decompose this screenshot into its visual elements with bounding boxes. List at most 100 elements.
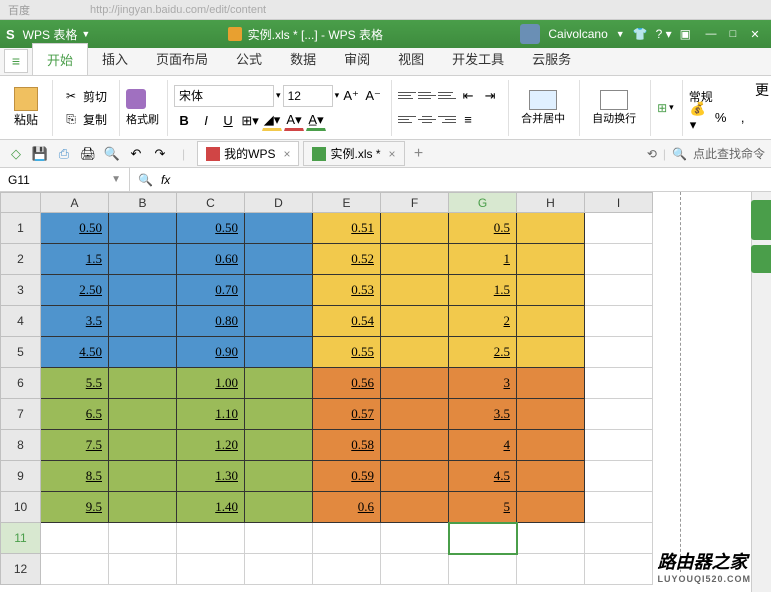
paste-button[interactable]: 粘贴 [8,85,44,130]
close-tab-icon[interactable]: × [389,147,396,161]
cell-I9[interactable] [585,461,653,492]
cell-G2[interactable]: 1 [449,244,517,275]
cell-F2[interactable] [381,244,449,275]
align-top-button[interactable] [398,88,416,104]
cell-C9[interactable]: 1.30 [177,461,245,492]
cell-F8[interactable] [381,430,449,461]
cell-I8[interactable] [585,430,653,461]
indent-decrease-button[interactable]: ⇤ [458,86,478,106]
cell-B6[interactable] [109,368,177,399]
col-header-D[interactable]: D [245,193,313,213]
row-header-6[interactable]: 6 [1,368,41,399]
fx-label[interactable]: fx [161,173,170,187]
align-left-button[interactable] [398,112,416,128]
menu-tab-页面布局[interactable]: 页面布局 [142,43,222,75]
cell-F10[interactable] [381,492,449,523]
col-header-E[interactable]: E [313,193,381,213]
row-header-10[interactable]: 10 [1,492,41,523]
user-dropdown-icon[interactable]: ▼ [616,29,625,39]
cell-C12[interactable] [177,554,245,585]
cell-C8[interactable]: 1.20 [177,430,245,461]
cell-A7[interactable]: 6.5 [41,399,109,430]
row-header-12[interactable]: 12 [1,554,41,585]
search-icon[interactable]: 🔍 [672,147,687,161]
new-button[interactable]: ◇ [6,144,26,164]
redo-button[interactable]: ↷ [150,144,170,164]
cell-H9[interactable] [517,461,585,492]
cell-G11[interactable] [449,523,517,554]
cell-H5[interactable] [517,337,585,368]
wrap-text-button[interactable]: 自动换行 [586,88,642,128]
cell-A10[interactable]: 9.5 [41,492,109,523]
cell-C3[interactable]: 0.70 [177,275,245,306]
cell-D11[interactable] [245,523,313,554]
menu-tab-云服务[interactable]: 云服务 [518,43,585,75]
maximize-button[interactable]: □ [723,26,743,42]
col-header-A[interactable]: A [41,193,109,213]
cell-D3[interactable] [245,275,313,306]
row-header-5[interactable]: 5 [1,337,41,368]
cloud-icon[interactable]: ⟲ [647,147,657,161]
row-header-8[interactable]: 8 [1,430,41,461]
row-col-dropdown-icon[interactable]: ▾ [669,102,674,113]
cell-D8[interactable] [245,430,313,461]
side-panel-handle-2[interactable] [751,245,771,273]
cell-G6[interactable]: 3 [449,368,517,399]
cell-C10[interactable]: 1.40 [177,492,245,523]
cell-G9[interactable]: 4.5 [449,461,517,492]
font-name-select[interactable] [174,85,274,107]
cell-H1[interactable] [517,213,585,244]
col-header-H[interactable]: H [517,193,585,213]
row-header-7[interactable]: 7 [1,399,41,430]
cell-E10[interactable]: 0.6 [313,492,381,523]
cell-I11[interactable] [585,523,653,554]
col-header-I[interactable]: I [585,193,653,213]
user-avatar[interactable] [520,24,540,44]
cell-F3[interactable] [381,275,449,306]
undo-button[interactable]: ↶ [126,144,146,164]
cell-H2[interactable] [517,244,585,275]
cell-E4[interactable]: 0.54 [313,306,381,337]
cell-G10[interactable]: 5 [449,492,517,523]
cell-A5[interactable]: 4.50 [41,337,109,368]
cell-E6[interactable]: 0.56 [313,368,381,399]
box-icon[interactable]: ▣ [680,27,691,41]
cell-E1[interactable]: 0.51 [313,213,381,244]
cell-E5[interactable]: 0.55 [313,337,381,368]
name-box-dropdown-icon[interactable]: ▼ [111,174,121,185]
side-panel-handle[interactable] [751,200,771,240]
font-dropdown-icon[interactable]: ▾ [276,90,281,101]
cell-I6[interactable] [585,368,653,399]
cell-I12[interactable] [585,554,653,585]
cell-A6[interactable]: 5.5 [41,368,109,399]
cell-I1[interactable] [585,213,653,244]
help-icon[interactable]: ? ▾ [656,27,672,41]
decrease-font-button[interactable]: A⁻ [363,86,383,106]
cell-G4[interactable]: 2 [449,306,517,337]
row-header-3[interactable]: 3 [1,275,41,306]
file-menu-button[interactable]: ≡ [4,49,28,73]
cell-G1[interactable]: 0.5 [449,213,517,244]
cell-B8[interactable] [109,430,177,461]
format-painter-icon[interactable] [126,89,146,109]
cell-A2[interactable]: 1.5 [41,244,109,275]
save-as-button[interactable]: ⎙ [54,144,74,164]
shirt-icon[interactable]: 👕 [633,27,648,41]
underline-button[interactable]: U [218,111,238,131]
menu-tab-开发工具[interactable]: 开发工具 [438,43,518,75]
font-size-select[interactable] [283,85,333,107]
justify-button[interactable]: ≡ [458,110,478,130]
cell-F12[interactable] [381,554,449,585]
cell-G8[interactable]: 4 [449,430,517,461]
highlight-button[interactable]: A̲▾ [306,111,326,131]
col-header-F[interactable]: F [381,193,449,213]
menu-tab-公式[interactable]: 公式 [222,43,276,75]
bold-button[interactable]: B [174,111,194,131]
cell-D2[interactable] [245,244,313,275]
doc-tab-xls[interactable]: 实例.xls * × [303,141,404,166]
cell-G12[interactable] [449,554,517,585]
cell-H6[interactable] [517,368,585,399]
lookup-icon[interactable]: 🔍 [138,173,153,187]
align-middle-button[interactable] [418,88,436,104]
currency-button[interactable]: 💰▾ [689,107,709,127]
